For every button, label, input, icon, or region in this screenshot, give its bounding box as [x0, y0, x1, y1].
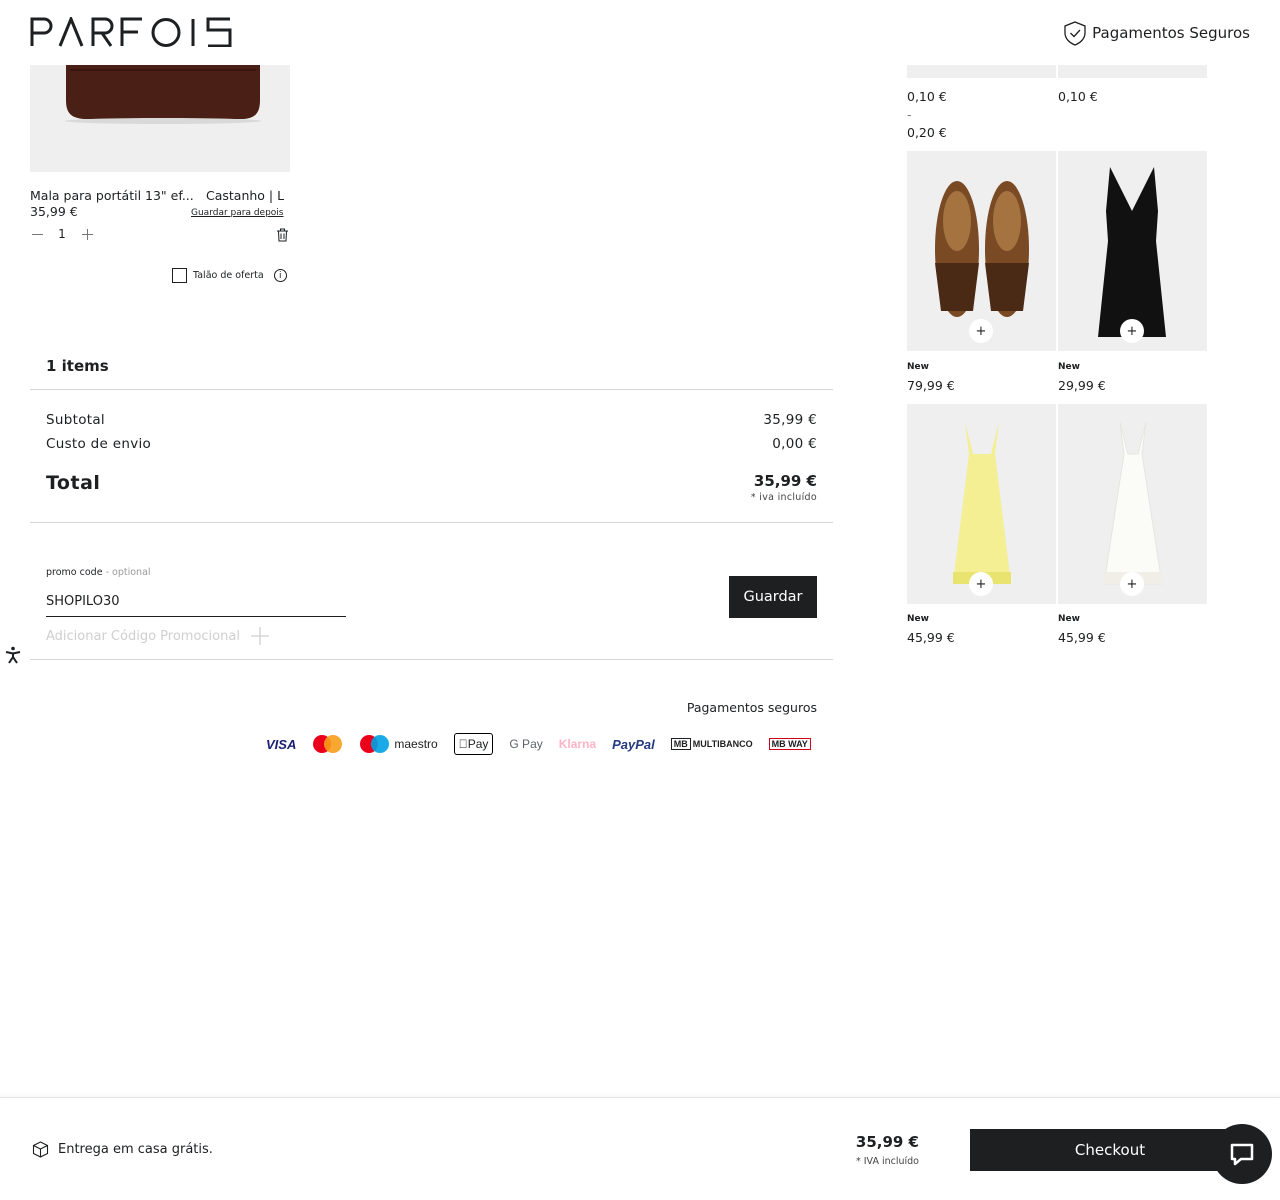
mbway-logo: MB WAY [768, 738, 813, 750]
quantity-stepper: 1 [30, 226, 94, 242]
trash-icon[interactable] [276, 228, 289, 242]
plus-icon[interactable] [80, 226, 94, 242]
rec-price: 45,99 € [907, 630, 955, 645]
divider [30, 659, 833, 660]
secure-payments-title: Pagamentos seguros [686, 700, 817, 715]
total-label: Total [46, 472, 101, 494]
rec-card-partial[interactable] [907, 65, 1056, 78]
promo-label-text: promo code [46, 567, 103, 578]
maestro-logo: maestro [359, 734, 438, 754]
rec-price-separator: - [907, 107, 912, 122]
shipping-label: Custo de envio [46, 436, 152, 452]
save-for-later-link[interactable]: Guardar para depois [191, 208, 284, 218]
add-to-cart-button[interactable]: + [1120, 572, 1144, 596]
cart-item-name[interactable]: Mala para portátil 13" ef... [30, 188, 195, 203]
plus-icon [250, 627, 269, 645]
apple-icon:  [459, 737, 468, 751]
rec-price: 79,99 € [907, 378, 955, 393]
quantity-value: 1 [58, 227, 66, 241]
add-promo-code[interactable]: Adicionar Código Promocional [46, 626, 270, 646]
promo-optional-text: - optional [105, 567, 151, 578]
promo-code-label: promo code - optional [46, 567, 151, 578]
rec-card-yellow-dress[interactable]: + [907, 404, 1056, 604]
info-icon[interactable]: i [273, 269, 287, 282]
chat-button[interactable] [1212, 1124, 1272, 1184]
mastercard-logo [312, 734, 343, 754]
add-to-cart-button[interactable]: + [1120, 319, 1144, 343]
shipping-value: 0,00 € [772, 436, 817, 452]
subtotal-value: 35,99 € [763, 412, 817, 428]
add-promo-label: Adicionar Código Promocional [46, 628, 240, 644]
rec-card-black-dress[interactable]: + [1058, 151, 1207, 351]
add-to-cart-button[interactable]: + [969, 319, 993, 343]
rec-price-from: 0,10 € [1058, 89, 1098, 104]
new-badge: New [1058, 614, 1080, 624]
delivery-info: Entrega em casa grátis. [32, 1141, 213, 1158]
maestro-label: maestro [394, 737, 438, 751]
site-header: Pagamentos Seguros [0, 0, 1280, 65]
visa-logo: VISA [266, 736, 297, 752]
rec-price-to: 0,20 € [907, 125, 947, 140]
footer-iva-note: * IVA incluído [855, 1156, 919, 1167]
new-badge: New [907, 362, 929, 372]
google-pay-logo: G Pay [500, 737, 542, 751]
chat-icon [1230, 1143, 1254, 1166]
secure-payments-header: Pagamentos Seguros [1062, 20, 1250, 46]
subtotal-label: Subtotal [46, 412, 105, 428]
klarna-logo: Klarna [549, 737, 596, 751]
payment-methods: VISA maestro Pay G Pay Klarna PayPal MB… [266, 730, 813, 758]
save-promo-button[interactable]: Guardar [729, 576, 817, 618]
new-badge: New [907, 614, 929, 624]
cart-item-variant: Castanho | L [206, 188, 285, 203]
multibanco-logo: MB MULTIBANCO [670, 738, 753, 750]
rec-price: 45,99 € [1058, 630, 1106, 645]
add-to-cart-button[interactable]: + [969, 572, 993, 596]
footer-total: 35,99 € [855, 1133, 919, 1151]
parfois-logo[interactable] [30, 17, 232, 47]
gift-receipt: Talão de oferta i [172, 268, 287, 283]
cart-item-price: 35,99 € [30, 204, 78, 219]
new-badge: New [1058, 362, 1080, 372]
gift-receipt-checkbox[interactable] [172, 268, 187, 283]
accessibility-icon[interactable] [4, 646, 22, 664]
checkout-button[interactable]: Checkout [970, 1129, 1250, 1171]
secure-payments-label: Pagamentos Seguros [1092, 24, 1250, 42]
gift-receipt-label: Talão de oferta [193, 270, 264, 281]
promo-code-input[interactable] [46, 586, 346, 617]
delivery-label: Entrega em casa grátis. [58, 1142, 213, 1157]
iva-note: * iva incluído [750, 492, 817, 503]
apple-pay-label: Pay [458, 737, 489, 751]
apple-pay-logo: Pay [453, 733, 494, 755]
mbway-icon: MB WAY [768, 738, 811, 750]
rec-card-white-dress[interactable]: + [1058, 404, 1207, 604]
shield-check-icon [1064, 21, 1086, 46]
divider [30, 522, 833, 523]
checkout-footer: Entrega em casa grátis. 35,99 € * IVA in… [0, 1097, 1280, 1200]
box-icon [32, 1141, 49, 1158]
mb-icon: MB [670, 738, 691, 750]
minus-icon[interactable] [30, 226, 44, 242]
divider [30, 389, 833, 390]
total-value: 35,99 € [753, 472, 817, 490]
rec-card-partial[interactable] [1058, 65, 1207, 78]
paypal-logo: PayPal [603, 736, 655, 752]
items-count: 1 items [46, 357, 109, 375]
multibanco-label: MULTIBANCO [683, 739, 753, 749]
rec-price-from: 0,10 € [907, 89, 947, 104]
rec-card-loafers[interactable]: + [907, 151, 1056, 351]
rec-price: 29,99 € [1058, 378, 1106, 393]
